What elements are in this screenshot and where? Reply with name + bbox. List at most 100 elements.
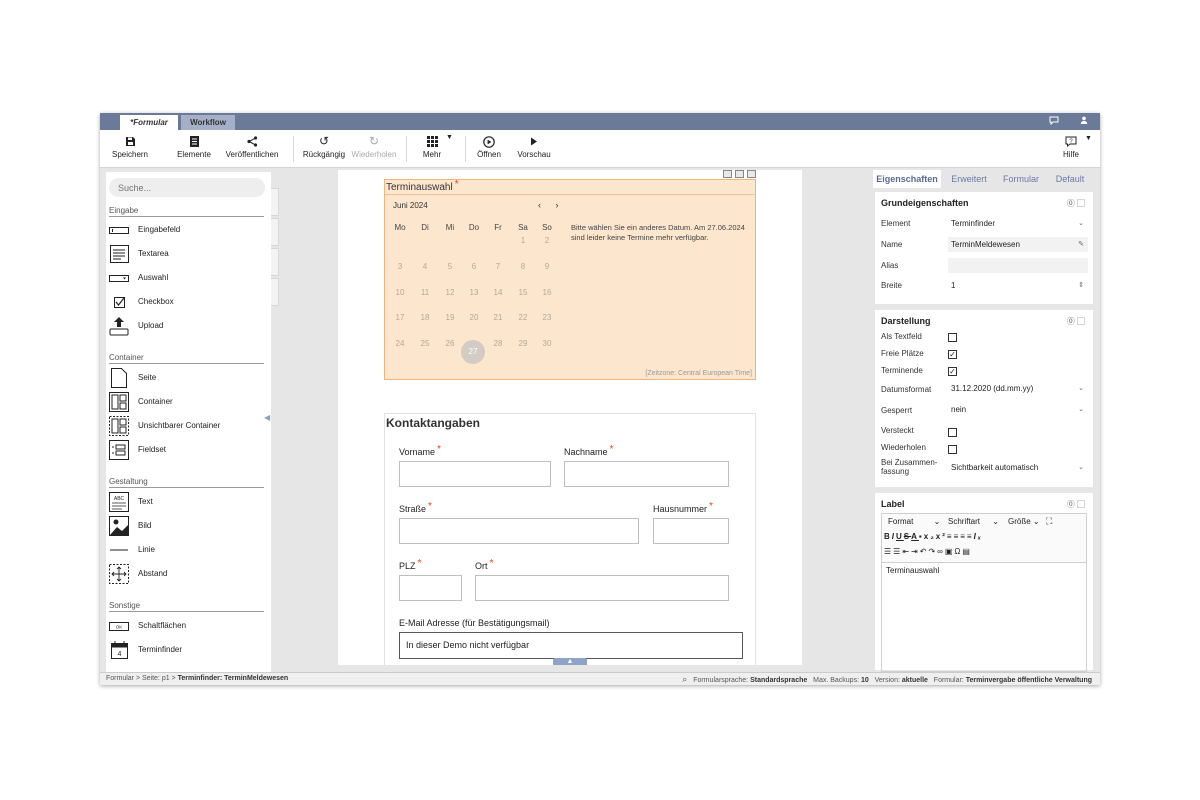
preview-button[interactable]: Vorschau <box>514 130 554 168</box>
numbered-list-icon[interactable]: ☰ <box>884 547 893 556</box>
undo-button[interactable]: ↺ Rückgängig <box>302 130 346 168</box>
selected-day[interactable]: 27 <box>461 340 485 364</box>
bold-icon[interactable]: B <box>884 532 892 541</box>
card-help-window-icons[interactable]: ⓪ ▢ <box>1067 198 1085 209</box>
palette-item-textarea[interactable]: Textarea <box>109 244 259 264</box>
palette-item-unsichtbarer-container[interactable]: Unsichtbarer Container <box>109 416 259 436</box>
collapse-left-panel-icon[interactable]: ◀ <box>264 413 270 423</box>
palette-item-bild[interactable]: Bild <box>109 516 259 536</box>
size-dropdown[interactable]: Größe ⌄ <box>1008 517 1040 526</box>
align-icons[interactable]: ≡≡≡≡ <box>947 532 974 541</box>
alias-field[interactable] <box>948 258 1088 273</box>
strasse-input[interactable] <box>399 518 639 544</box>
image-icon[interactable]: ▣ <box>945 547 955 556</box>
canvas-side-tab[interactable] <box>271 278 279 306</box>
tab-eigenschaften[interactable]: Eigenschaften <box>873 170 941 188</box>
more-button[interactable]: Mehr <box>418 130 446 168</box>
tab-default[interactable]: Default <box>1047 170 1093 188</box>
more-caret-icon[interactable]: ▼ <box>446 134 453 141</box>
versteckt-checkbox[interactable] <box>948 428 957 437</box>
help-caret-icon[interactable]: ▼ <box>1085 135 1092 142</box>
palette-item-text[interactable]: ABC Text <box>109 492 259 512</box>
card-help-window-icons[interactable]: ⓪ ▢ <box>1067 499 1085 510</box>
nachname-input[interactable] <box>564 461 729 487</box>
datumsformat-select[interactable]: 31.12.2020 (dd.mm.yy) ⌄ <box>948 381 1088 396</box>
canvas-side-tab[interactable] <box>271 218 279 246</box>
als-textfeld-checkbox[interactable] <box>948 333 957 342</box>
palette-item-schaltflaechen[interactable]: OK Schaltflächen <box>109 616 259 636</box>
element-select[interactable]: Terminfinder ⌄ <box>948 216 1088 231</box>
palette-item-abstand[interactable]: Abstand <box>109 564 259 584</box>
chat-icon[interactable] <box>1048 116 1060 127</box>
weekday-label: Fr <box>494 223 502 232</box>
calendar-day: 2 <box>544 236 550 245</box>
redo-button[interactable]: ↻ Wiederholen <box>351 130 397 168</box>
fullscreen-icon[interactable]: ⛶ <box>1046 516 1052 527</box>
calendar-icon: 4 <box>109 640 129 660</box>
email-field[interactable]: In dieser Demo nicht verfügbar <box>399 632 743 659</box>
palette-item-terminfinder[interactable]: 4 Terminfinder <box>109 640 259 660</box>
ort-input[interactable] <box>475 575 729 601</box>
terminfinder-widget[interactable]: Terminauswahl * Juni 2024 ‹ › Mo Di Mi Do Fr S… <box>384 179 756 380</box>
text-style-buttons[interactable]: BIUSA▪x₂x²≡≡≡≡Iₓ <box>884 532 983 541</box>
plz-input[interactable] <box>399 575 462 601</box>
element-delete-icon[interactable] <box>747 170 756 178</box>
element-copy-icon[interactable] <box>735 170 744 178</box>
canvas-side-tab[interactable] <box>271 248 279 276</box>
calendar-day: 3 <box>397 262 403 271</box>
vorname-input[interactable] <box>399 461 551 487</box>
save-button[interactable]: Speichern <box>110 130 150 168</box>
canvas-side-tab[interactable] <box>271 188 279 216</box>
freie-plaetze-checkbox[interactable]: ✓ <box>948 350 957 359</box>
pencil-icon[interactable]: ✎ <box>1078 237 1084 252</box>
name-field[interactable]: TerminMeldewesen ✎ <box>948 237 1088 252</box>
label-card: Label ⓪ ▢ Format ⌄ Schriftart ⌄ Größe ⌄ … <box>875 493 1093 672</box>
palette-item-auswahl[interactable]: Auswahl <box>109 268 259 288</box>
calendar-nav[interactable]: ‹ › <box>538 200 565 210</box>
hausnummer-input[interactable] <box>653 518 729 544</box>
indent-icons[interactable]: ⇤⇥ <box>902 547 919 556</box>
search-input[interactable] <box>109 178 265 197</box>
checkbox-icon <box>109 292 129 312</box>
publish-button[interactable]: Veröffentlichen <box>224 130 280 168</box>
tab-workflow[interactable]: Workflow <box>181 115 235 130</box>
element-settings-icon[interactable] <box>723 170 732 178</box>
zusammenfassung-select[interactable]: Sichtbarkeit automatisch ⌄ <box>948 460 1088 475</box>
tab-formular-props[interactable]: Formular <box>997 170 1045 188</box>
label-editor[interactable]: Terminauswahl <box>881 562 1087 672</box>
tab-erweitert[interactable]: Erweitert <box>943 170 995 188</box>
palette-item-seite[interactable]: Seite <box>109 368 259 388</box>
palette-item-upload[interactable]: Upload <box>109 316 259 336</box>
superscript-icon[interactable]: x² <box>936 532 947 541</box>
palette-item-fieldset[interactable]: Fieldset <box>109 440 259 460</box>
text-color-icon[interactable]: A <box>911 532 919 541</box>
redo-icon[interactable]: ↷ <box>928 547 937 556</box>
source-icon[interactable]: ▤ <box>962 547 972 556</box>
user-icon[interactable] <box>1078 116 1090 127</box>
collapse-up-icon[interactable]: ▲ <box>553 658 587 665</box>
palette-item-linie[interactable]: Linie <box>109 540 259 560</box>
breite-stepper[interactable]: 1 ⇕ <box>948 278 1088 293</box>
help-button[interactable]: ? Hilfe <box>1058 130 1084 168</box>
clear-format-icon[interactable]: Iₓ <box>974 532 983 541</box>
stepper-icon[interactable]: ⇕ <box>1078 278 1084 293</box>
wiederholen-checkbox[interactable] <box>948 445 957 454</box>
underline-icon[interactable]: U <box>896 532 904 541</box>
breite-label: Breite <box>881 281 902 290</box>
card-help-window-icons[interactable]: ⓪ ▢ <box>1067 316 1085 327</box>
search-icon[interactable]: ⌕ <box>682 674 687 684</box>
link-icon[interactable]: ∞ <box>937 547 945 556</box>
subscript-icon[interactable]: x₂ <box>924 532 936 541</box>
format-dropdown[interactable]: Format ⌄ <box>888 517 940 526</box>
palette-item-container[interactable]: Container <box>109 392 259 412</box>
bullet-list-icon[interactable]: ☰ <box>893 547 902 556</box>
gesperrt-select[interactable]: nein ⌄ <box>948 402 1088 417</box>
tab-formular[interactable]: *Formular <box>120 115 178 130</box>
palette-item-checkbox[interactable]: Checkbox <box>109 292 259 312</box>
paragraph-buttons[interactable]: ☰☰⇤⇥↶↷∞▣Ω▤ <box>884 547 972 556</box>
palette-item-eingabefeld[interactable]: Eingabefeld <box>109 220 259 240</box>
open-button[interactable]: Öffnen <box>474 130 504 168</box>
font-dropdown[interactable]: Schriftart ⌄ <box>948 517 999 526</box>
terminende-checkbox[interactable]: ✓ <box>948 367 957 376</box>
elements-button[interactable]: Elemente <box>174 130 214 168</box>
